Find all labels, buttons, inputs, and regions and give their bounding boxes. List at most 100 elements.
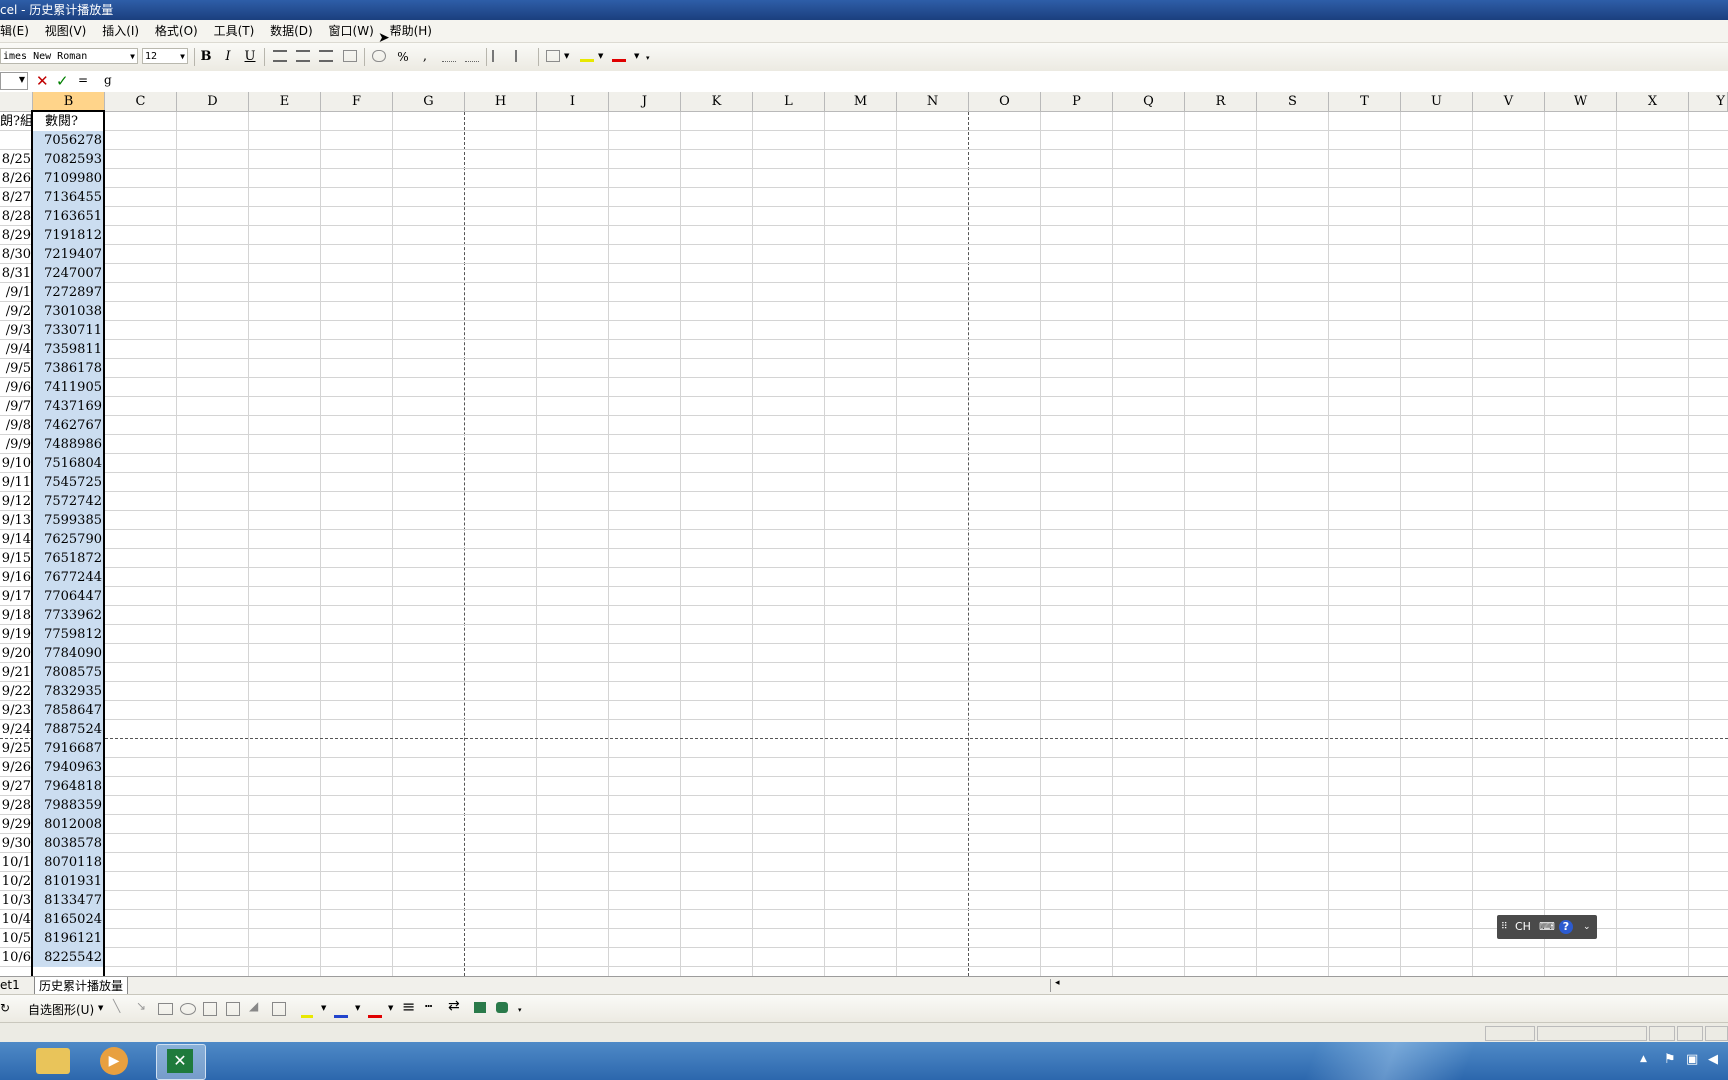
line-color-icon[interactable] <box>334 1001 348 1018</box>
value-cell[interactable]: 7219407 <box>33 245 104 264</box>
underline-button[interactable]: U <box>241 48 259 66</box>
column-header-p[interactable]: P <box>1041 92 1113 112</box>
merge-center-icon[interactable] <box>343 50 357 62</box>
wordart-icon[interactable]: ◢ <box>249 999 258 1013</box>
font-name-select[interactable]: imes New Roman ▼ <box>0 48 138 64</box>
autoshapes-button[interactable]: 自选图形(U) <box>28 1001 94 1018</box>
date-cell[interactable]: 9/24 <box>0 720 32 739</box>
chevron-down-icon[interactable]: ▼ <box>355 1004 360 1012</box>
grip-icon[interactable]: ⠿ <box>1501 915 1508 939</box>
date-cell[interactable]: 9/30 <box>0 834 32 853</box>
tray-flag-icon[interactable]: ⚑ <box>1664 1052 1676 1067</box>
column-header-b[interactable]: B <box>33 92 105 112</box>
oval-icon[interactable] <box>180 1003 196 1015</box>
value-cell[interactable]: 7191812 <box>33 226 104 245</box>
value-cell[interactable]: 7706447 <box>33 587 104 606</box>
column-header-i[interactable]: I <box>537 92 609 112</box>
value-cell[interactable]: 7916687 <box>33 739 104 758</box>
date-cell[interactable]: /9/8 <box>0 416 32 435</box>
value-cell[interactable]: 7411905 <box>33 378 104 397</box>
column-header-a[interactable] <box>0 92 33 112</box>
column-header-h[interactable]: H <box>465 92 537 112</box>
lang-indicator[interactable]: CH <box>1515 915 1531 939</box>
value-cell[interactable]: 7082593 <box>33 150 104 169</box>
value-cell[interactable]: 8012008 <box>33 815 104 834</box>
value-cell[interactable]: 7462767 <box>33 416 104 435</box>
menu-insert[interactable]: 插入(I) <box>102 20 139 42</box>
clipart-icon[interactable] <box>272 1002 286 1016</box>
value-cell[interactable]: 7437169 <box>33 397 104 416</box>
value-cell[interactable]: 7988359 <box>33 796 104 815</box>
date-cell[interactable] <box>0 131 32 150</box>
date-cell[interactable]: 8/25 <box>0 150 32 169</box>
align-center-icon[interactable] <box>296 50 310 62</box>
value-cell[interactable]: 7056278 <box>33 131 104 150</box>
options-icon[interactable]: ⌄ <box>1583 915 1591 939</box>
sheet-tab-1[interactable]: et1 <box>0 978 20 992</box>
textbox-icon[interactable] <box>203 1002 217 1016</box>
menu-edit[interactable]: 辑(E) <box>0 20 29 42</box>
value-cell[interactable]: 7488986 <box>33 435 104 454</box>
dash-style-icon[interactable]: ┅ <box>425 999 432 1013</box>
column-header-w[interactable]: W <box>1545 92 1617 112</box>
date-cell[interactable]: 8/28 <box>0 207 32 226</box>
date-cell[interactable]: 8/27 <box>0 188 32 207</box>
tray-expand-icon[interactable]: ▲ <box>1640 1054 1647 1064</box>
column-header-o[interactable]: O <box>969 92 1041 112</box>
font-color-icon[interactable] <box>612 50 626 62</box>
menu-tools[interactable]: 工具(T) <box>214 20 255 42</box>
date-cell[interactable]: 9/10 <box>0 454 32 473</box>
help-icon[interactable]: ? <box>1559 920 1573 934</box>
menu-window[interactable]: 窗口(W) <box>329 20 374 42</box>
value-cell[interactable]: 8225542 <box>33 948 104 967</box>
date-cell[interactable]: 8/26 <box>0 169 32 188</box>
value-cell[interactable]: 7386178 <box>33 359 104 378</box>
column-header-s[interactable]: S <box>1257 92 1329 112</box>
increase-indent-icon[interactable] <box>515 50 529 62</box>
value-cell[interactable]: 8070118 <box>33 853 104 872</box>
date-cell[interactable]: 9/20 <box>0 644 32 663</box>
shadow-icon[interactable] <box>474 1002 486 1013</box>
date-cell[interactable]: 9/23 <box>0 701 32 720</box>
language-bar[interactable]: ⠿ CH ⌨ ? ⌄ <box>1497 915 1597 939</box>
name-box[interactable]: ▼ <box>0 72 28 90</box>
date-cell[interactable]: 8/29 <box>0 226 32 245</box>
date-cell[interactable]: 10/4 <box>0 910 32 929</box>
column-header-x[interactable]: X <box>1617 92 1689 112</box>
align-left-icon[interactable] <box>273 50 287 62</box>
fill-color-icon[interactable] <box>580 50 594 62</box>
arrow-icon[interactable]: ↘ <box>136 999 146 1013</box>
column-header-j[interactable]: J <box>609 92 681 112</box>
date-cell[interactable]: 10/5 <box>0 929 32 948</box>
date-cell[interactable]: /9/6 <box>0 378 32 397</box>
value-cell[interactable]: 7759812 <box>33 625 104 644</box>
date-cell[interactable]: 9/17 <box>0 587 32 606</box>
chevron-down-icon[interactable]: ▼ <box>388 1004 393 1012</box>
date-cell[interactable]: 9/22 <box>0 682 32 701</box>
date-cell[interactable]: 9/15 <box>0 549 32 568</box>
date-cell[interactable]: 10/3 <box>0 891 32 910</box>
value-cell[interactable]: 7677244 <box>33 568 104 587</box>
column-header-e[interactable]: E <box>249 92 321 112</box>
sheet-tab-active[interactable]: 历史累计播放量 <box>34 977 129 995</box>
value-cell[interactable]: 7136455 <box>33 188 104 207</box>
media-player-app-icon[interactable]: ▶ <box>100 1047 128 1075</box>
menu-help[interactable]: 帮助(H) <box>390 20 432 42</box>
column-header-g[interactable]: G <box>393 92 465 112</box>
date-cell[interactable]: 9/29 <box>0 815 32 834</box>
bold-button[interactable]: B <box>197 48 215 66</box>
value-cell[interactable]: 8133477 <box>33 891 104 910</box>
date-cell[interactable]: 9/25 <box>0 739 32 758</box>
line-style-icon[interactable]: ≡ <box>402 997 415 1016</box>
column-header-n[interactable]: N <box>897 92 969 112</box>
date-cell[interactable]: 9/12 <box>0 492 32 511</box>
value-cell[interactable]: 7887524 <box>33 720 104 739</box>
line-icon[interactable]: ╲ <box>113 999 120 1013</box>
value-cell[interactable]: 7733962 <box>33 606 104 625</box>
value-cell[interactable]: 7808575 <box>33 663 104 682</box>
column-header-u[interactable]: U <box>1401 92 1473 112</box>
currency-icon[interactable] <box>372 50 386 62</box>
date-cell[interactable]: 9/18 <box>0 606 32 625</box>
date-cell[interactable]: 9/19 <box>0 625 32 644</box>
increase-decimal-icon[interactable] <box>442 50 456 62</box>
